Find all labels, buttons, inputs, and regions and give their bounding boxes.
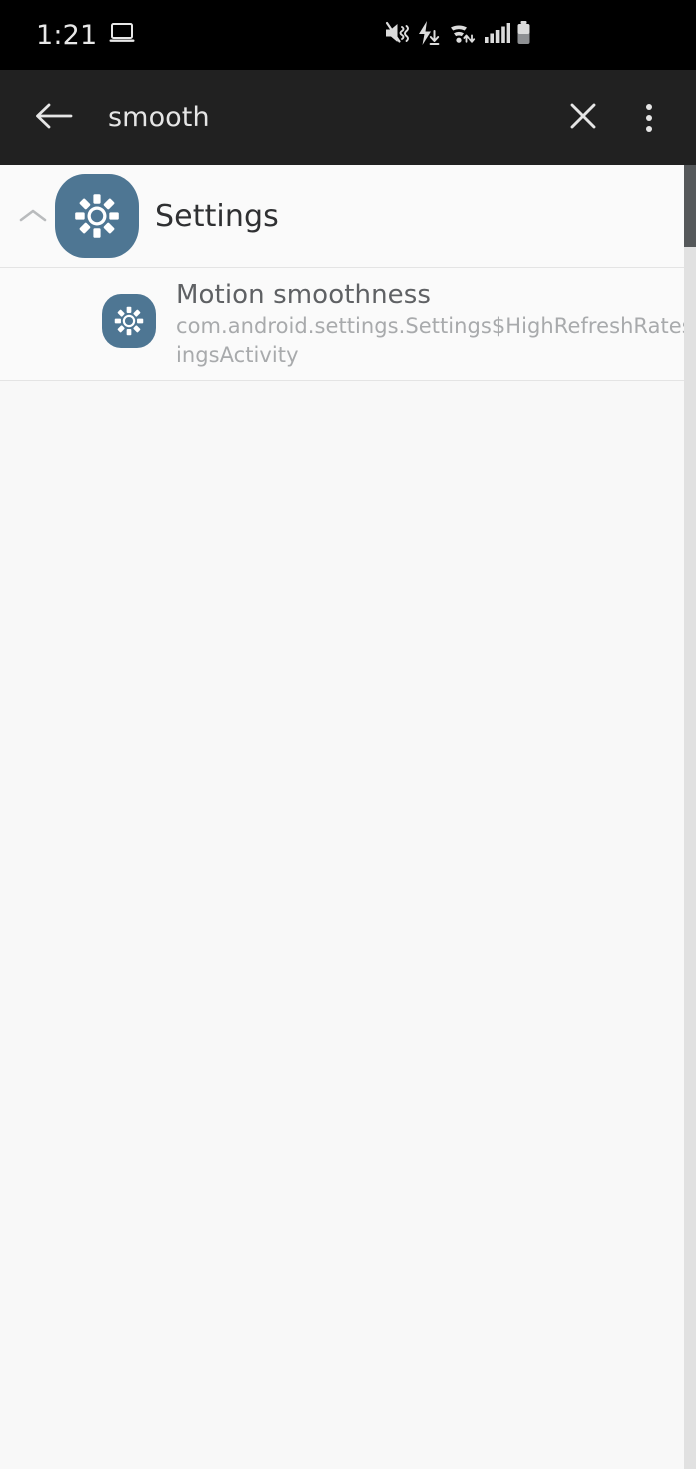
search-toolbar: smooth xyxy=(0,70,696,165)
status-bar-left: 1:21 xyxy=(36,22,135,49)
list-item-text: Motion smoothness com.android.settings.S… xyxy=(176,278,696,370)
status-bar: 1:21 xyxy=(0,0,696,70)
status-bar-clock: 1:21 xyxy=(36,19,98,51)
overflow-dot-icon xyxy=(646,125,652,132)
list-item-title: Motion smoothness xyxy=(176,280,432,310)
back-button[interactable] xyxy=(28,92,80,144)
list-item-subtitle: com.android.settings.Settings$HighRefres… xyxy=(176,314,696,367)
arrow-left-icon xyxy=(35,100,73,136)
clear-search-button[interactable] xyxy=(556,91,610,145)
status-bar-right xyxy=(384,20,672,50)
android-screen: 1:21 smooth Settings Motion smoothness c… xyxy=(0,0,696,1469)
search-results-list: Settings Motion smoothness com.android.s… xyxy=(0,165,696,1469)
overflow-dot-icon xyxy=(646,114,652,121)
empty-list-area xyxy=(0,381,696,1463)
wifi-transfer-icon xyxy=(446,20,479,50)
list-item[interactable]: Motion smoothness com.android.settings.S… xyxy=(0,268,696,381)
scrollbar-track[interactable] xyxy=(684,165,696,1469)
scrollbar-thumb[interactable] xyxy=(684,165,696,247)
laptop-cast-icon xyxy=(109,22,135,48)
charging-download-icon xyxy=(416,20,441,50)
battery-icon xyxy=(515,20,532,50)
overflow-menu-button[interactable] xyxy=(622,91,676,145)
chevron-up-icon[interactable] xyxy=(11,194,55,238)
settings-gear-icon xyxy=(55,174,139,258)
search-input[interactable]: smooth xyxy=(80,102,556,133)
settings-gear-icon xyxy=(102,294,156,348)
close-icon xyxy=(567,100,599,136)
result-group-header-settings[interactable]: Settings xyxy=(0,165,696,268)
cellular-signal-icon xyxy=(484,20,511,50)
volume-mute-vibrate-icon xyxy=(384,20,411,50)
result-group-label: Settings xyxy=(155,198,279,234)
overflow-dot-icon xyxy=(646,103,652,110)
